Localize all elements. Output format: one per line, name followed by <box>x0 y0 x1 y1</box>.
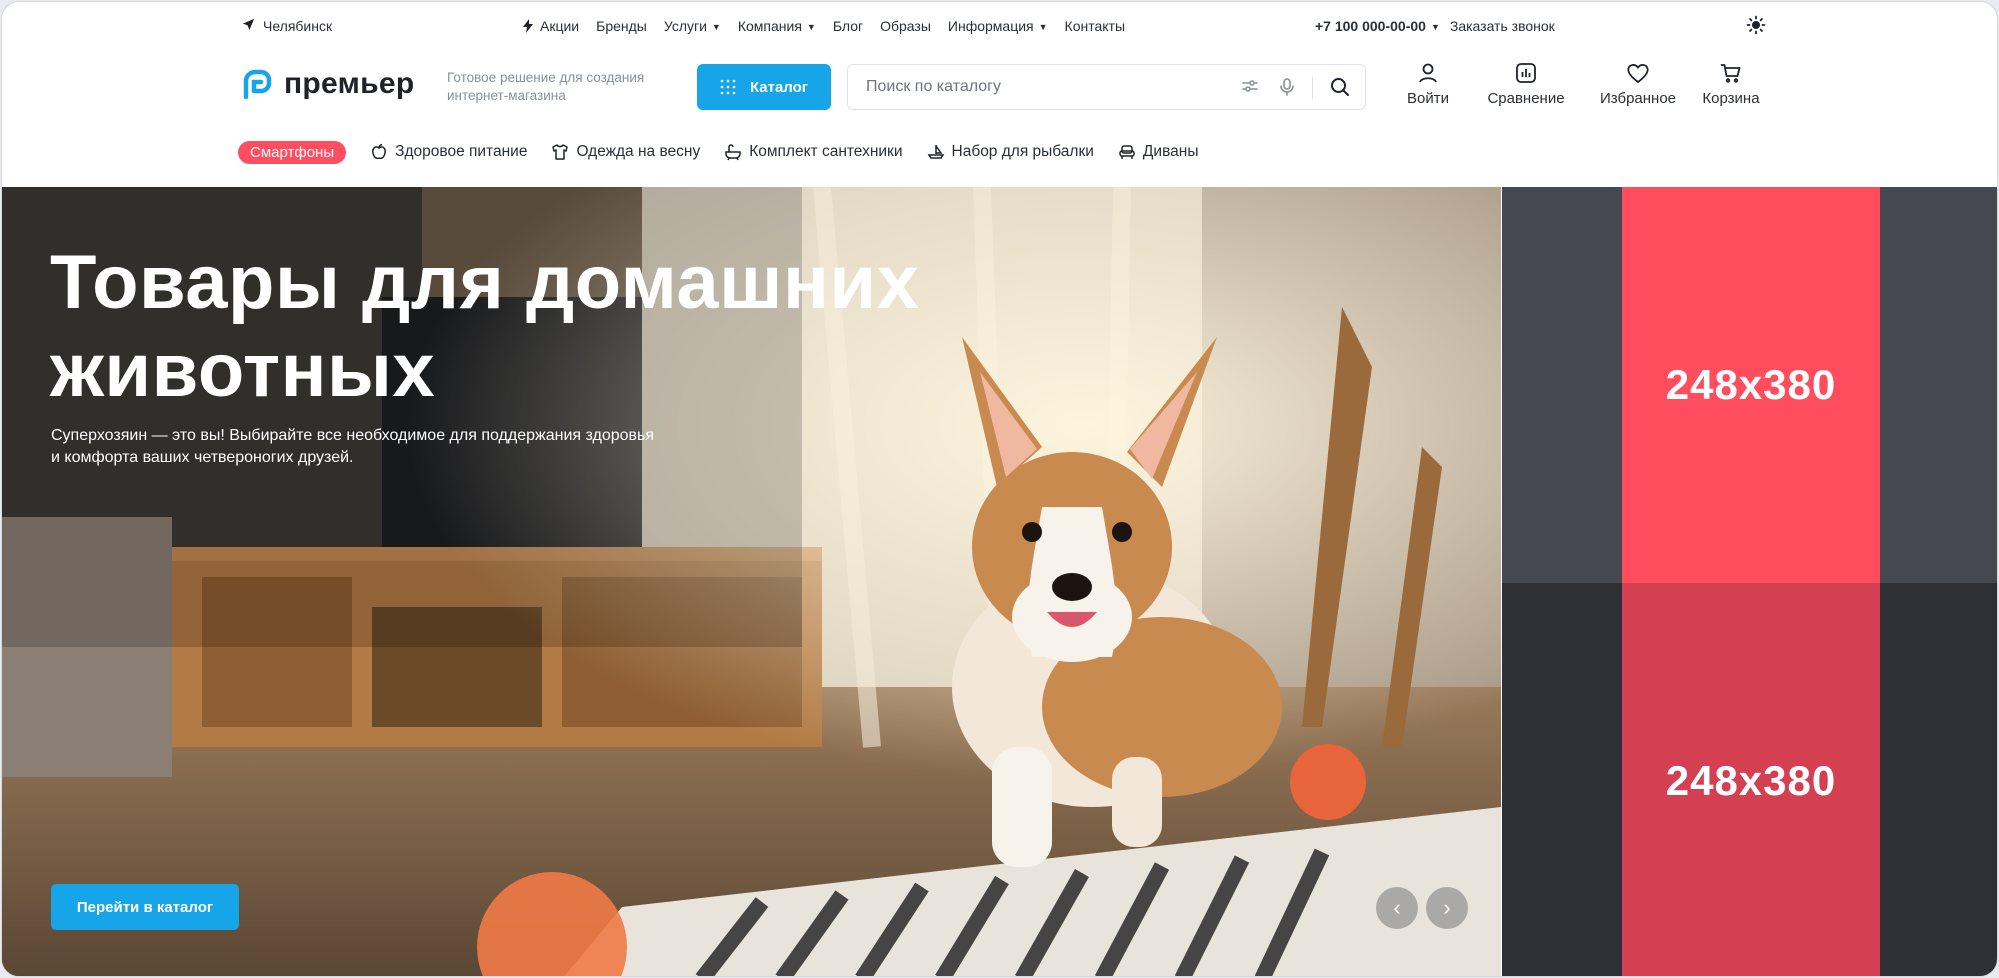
search-divider <box>1312 77 1313 99</box>
category-label: Набор для рыбалки <box>951 143 1094 160</box>
city-label: Челябинск <box>263 18 333 34</box>
chevron-left-icon: ‹ <box>1393 895 1401 920</box>
category-chip-smartphones[interactable]: Смартфоны <box>238 140 347 164</box>
category-label: Здоровое питание <box>395 143 528 160</box>
cart-label: Корзина <box>1702 90 1760 107</box>
phone-label: +7 100 000-00-00 <box>1315 18 1426 34</box>
phone-block: +7 100 000-00-00 ▼ Заказать звонок <box>1315 18 1555 34</box>
slider-next-button[interactable]: › <box>1426 887 1468 929</box>
cart-button[interactable]: Корзина <box>1696 62 1766 107</box>
side-promo-bottom[interactable]: 248x380 <box>1502 583 1997 976</box>
catalog-button[interactable]: Каталог <box>697 64 831 110</box>
category-label: Комплект сантехники <box>749 143 903 160</box>
theme-toggle[interactable] <box>1746 15 1766 38</box>
caret-down-icon: ▼ <box>1430 22 1440 33</box>
nav-link-looks[interactable]: Образы <box>880 18 931 34</box>
nav-link-promo[interactable]: Акции <box>522 18 579 34</box>
favorites-label: Избранное <box>1599 90 1677 107</box>
catalog-label: Каталог <box>749 78 809 96</box>
login-button[interactable]: Войти <box>1393 62 1463 107</box>
compare-chart-icon <box>1516 63 1536 83</box>
logo-text: премьер <box>284 67 415 100</box>
phone-number[interactable]: +7 100 000-00-00 ▼ <box>1315 18 1440 34</box>
cart-icon <box>1720 64 1741 83</box>
grid-dots-icon <box>720 79 736 95</box>
promo-placeholder-label: 248x380 <box>1622 583 1880 976</box>
nav-label: Информация <box>947 18 1034 34</box>
go-to-catalog-button[interactable]: Перейти в каталог <box>51 884 239 930</box>
microphone-icon[interactable] <box>1278 77 1296 102</box>
callback-link[interactable]: Заказать звонок <box>1450 18 1555 34</box>
search-icon[interactable] <box>1330 77 1350 102</box>
category-bar: Смартфоны Здоровое питание Одежда на вес… <box>238 137 1765 167</box>
header: премьер Готовое решение для создания инт… <box>238 62 1765 114</box>
search-placeholder: Поиск по каталогу <box>866 78 1001 95</box>
nav-label: Акции <box>540 18 580 34</box>
nav-link-services[interactable]: Услуги ▼ <box>664 18 721 34</box>
favorites-button[interactable]: Избранное <box>1588 62 1688 107</box>
category-fishing[interactable]: Набор для рыбалки <box>927 143 1094 161</box>
category-spring-clothes[interactable]: Одежда на весну <box>551 143 700 161</box>
caret-down-icon: ▼ <box>806 22 816 33</box>
apple-icon <box>372 143 387 160</box>
hero-title: Товары для домашних животных <box>50 239 950 415</box>
bolt-icon <box>523 19 533 33</box>
boat-icon <box>927 145 944 159</box>
search-input[interactable]: Поиск по каталогу <box>847 64 1366 110</box>
nav-link-brands[interactable]: Бренды <box>596 18 647 34</box>
caret-down-icon: ▼ <box>1038 22 1048 33</box>
tagline: Готовое решение для создания интернет-ма… <box>447 70 645 103</box>
page: Челябинск Акции Бренды Услуги ▼ Компания ▼… <box>1 1 1998 977</box>
nav-link-blog[interactable]: Блог <box>833 18 863 34</box>
nav-label: Услуги <box>663 18 707 34</box>
side-promo-top[interactable]: 248x380 <box>1502 187 1997 583</box>
shirt-icon <box>552 144 569 160</box>
hero-subtitle: Суперхозяин — это вы! Выбирайте все необ… <box>51 425 691 469</box>
logo-mark-icon <box>243 69 272 100</box>
top-nav: Акции Бренды Услуги ▼ Компания ▼ Блог Обра… <box>522 18 1125 34</box>
category-plumbing[interactable]: Комплект сантехники <box>724 143 903 161</box>
category-healthy-food[interactable]: Здоровое питание <box>370 143 527 161</box>
city-selector[interactable]: Челябинск <box>242 18 332 34</box>
filter-settings-icon[interactable] <box>1241 77 1259 100</box>
promo-placeholder-label: 248x380 <box>1622 187 1880 583</box>
hero-banner[interactable]: Товары для домашних животных Суперхозяин… <box>2 187 1501 976</box>
sun-icon <box>1746 15 1766 35</box>
category-label: Диваны <box>1142 143 1199 160</box>
login-label: Войти <box>1407 90 1449 107</box>
hero-title-line: Товары для домашних <box>50 240 920 325</box>
compare-button[interactable]: Сравнение <box>1476 62 1576 107</box>
slider-prev-button[interactable]: ‹ <box>1376 887 1418 929</box>
bath-icon <box>725 144 741 161</box>
hero-subtitle-line: Суперхозяин — это вы! Выбирайте все необ… <box>51 427 655 444</box>
nav-link-company[interactable]: Компания ▼ <box>738 18 816 34</box>
compare-label: Сравнение <box>1487 90 1565 107</box>
top-bar: Челябинск Акции Бренды Услуги ▼ Компания ▼… <box>238 14 1766 40</box>
category-sofas[interactable]: Диваны <box>1118 143 1199 161</box>
logo[interactable]: премьер <box>238 67 414 101</box>
location-arrow-icon <box>242 18 255 34</box>
nav-link-contacts[interactable]: Контакты <box>1065 18 1125 34</box>
category-label: Одежда на весну <box>576 143 701 160</box>
nav-link-info[interactable]: Информация ▼ <box>948 18 1048 34</box>
hero-subtitle-line: и комфорта ваших четвероногих друзей. <box>51 449 354 466</box>
armchair-icon <box>1119 145 1135 159</box>
hero-title-line: животных <box>50 328 436 413</box>
chevron-right-icon: › <box>1443 895 1451 920</box>
heart-icon <box>1627 64 1649 84</box>
nav-label: Компания <box>737 18 802 34</box>
user-icon <box>1419 63 1437 83</box>
caret-down-icon: ▼ <box>711 22 721 33</box>
